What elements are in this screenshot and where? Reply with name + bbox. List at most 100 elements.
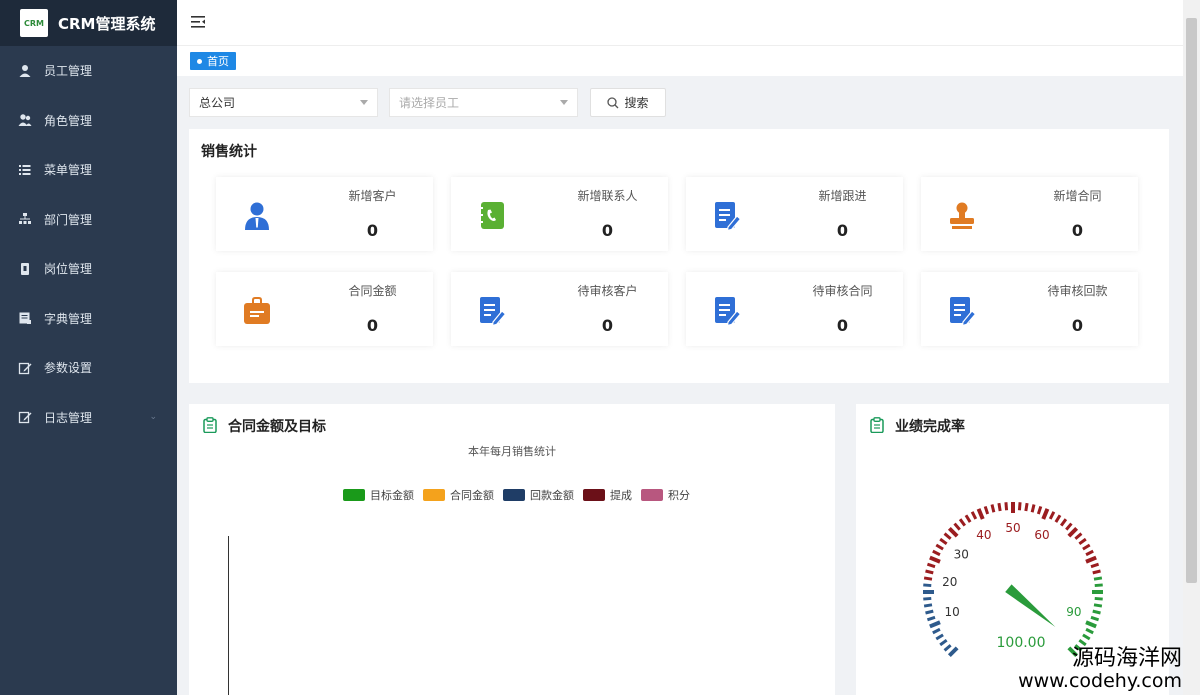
legend-item[interactable]: 提成 (583, 487, 632, 503)
gauge-tick (1078, 537, 1087, 546)
document-edit-icon (950, 297, 977, 326)
legend-label: 合同金额 (450, 489, 494, 502)
menu-toggle-icon[interactable] (191, 16, 205, 28)
search-icon (607, 96, 619, 108)
gauge-tick (923, 596, 932, 601)
stat-card-label: 待审核客户 (577, 284, 638, 298)
legend-swatch (583, 489, 605, 501)
contract-chart-subtitle: 本年每月销售统计 (468, 445, 556, 458)
stat-card-value: 0 (836, 221, 849, 240)
gauge-tick (932, 627, 941, 635)
stat-card-value: 0 (601, 221, 614, 240)
chevron-down-icon (560, 100, 568, 105)
sidebar-item-0[interactable]: 员工管理 (0, 46, 177, 96)
chart-legend: 目标金额 合同金额 回款金额 提成 积分 (343, 487, 699, 503)
company-select[interactable]: 总公司 (189, 88, 378, 117)
customer-icon (245, 202, 269, 230)
sidebar-item-label: 参数设置 (44, 361, 93, 376)
gauge-tick (990, 504, 996, 513)
gauge-tick (1094, 583, 1103, 588)
top-bar (177, 0, 1183, 46)
tab-dot-icon (197, 58, 202, 64)
sidebar-item-label: 角色管理 (44, 113, 93, 128)
id-card-icon (18, 262, 32, 276)
sidebar-item-3[interactable]: 部门管理 (0, 195, 177, 245)
gauge-tick (929, 555, 941, 564)
gauge-pointer (1005, 584, 1056, 628)
sidebar-item-label: 部门管理 (44, 212, 93, 227)
sitemap-icon (18, 212, 32, 226)
legend-label: 回款金额 (530, 489, 574, 502)
legend-item[interactable]: 合同金额 (423, 487, 494, 503)
gauge-tick (964, 514, 972, 523)
sidebar-item-6[interactable]: 参数设置 (0, 343, 177, 393)
app-logo-bar[interactable]: CRM CRM管理系统 (0, 0, 177, 46)
gauge-tick (947, 646, 959, 658)
employee-select-placeholder: 请选择员工 (399, 96, 460, 110)
chevron-down-icon: ⌄ (149, 412, 157, 423)
sidebar-item-7[interactable]: 日志管理 ⌄ (0, 393, 177, 443)
stat-card-value: 0 (1071, 316, 1084, 335)
stat-card[interactable]: 合同金额 0 (216, 272, 433, 346)
stamp-icon (950, 202, 974, 229)
gauge-tick (1082, 543, 1091, 551)
sidebar-item-4[interactable]: 岗位管理 (0, 244, 177, 294)
edit-icon (18, 361, 32, 375)
clipboard-icon (203, 417, 217, 433)
legend-item[interactable]: 回款金额 (503, 487, 574, 503)
gauge-tick (1090, 562, 1100, 569)
gauge-tick (935, 543, 944, 551)
sales-stats-title: 销售统计 (201, 144, 257, 160)
legend-item[interactable]: 目标金额 (343, 487, 414, 503)
gauge-tick (1065, 522, 1073, 531)
legend-label: 提成 (610, 489, 632, 502)
stat-card[interactable]: 新增客户 0 (216, 177, 433, 251)
gauge-tick (925, 569, 934, 575)
sidebar-item-2[interactable]: 菜单管理 (0, 145, 177, 195)
stat-card[interactable]: 待审核客户 0 (451, 272, 668, 346)
stat-card-value: 0 (366, 221, 379, 240)
search-button[interactable]: 搜索 (590, 88, 666, 117)
gauge-tick (1017, 502, 1022, 511)
stat-card[interactable]: 待审核回款 0 (921, 272, 1138, 346)
gauge-tick-label: 10 (944, 605, 959, 619)
tab-home[interactable]: 首页 (190, 52, 236, 70)
gauge-tick (923, 576, 933, 581)
scrollbar-thumb[interactable] (1186, 18, 1197, 583)
stat-card-label: 待审核回款 (1047, 284, 1108, 298)
document-edit-icon (715, 202, 742, 231)
legend-item[interactable]: 积分 (641, 487, 690, 503)
gauge-tick (1085, 627, 1094, 635)
page-scrollbar[interactable] (1183, 0, 1200, 695)
sidebar-menu: 员工管理角色管理菜单管理部门管理岗位管理 字典管理参数设置日志管理 ⌄ (0, 46, 177, 442)
sidebar-item-5[interactable]: 字典管理 (0, 294, 177, 344)
legend-swatch (641, 489, 663, 501)
gauge-tick-label: 50 (1005, 521, 1020, 535)
gauge-tick (1024, 502, 1029, 512)
watermark-line1: 源码海洋网 (1071, 645, 1182, 671)
gauge-tick (1074, 532, 1083, 540)
gauge-tick (1092, 569, 1101, 575)
user-icon (18, 64, 32, 78)
gauge-tick (1085, 620, 1097, 629)
stat-card[interactable]: 待审核合同 0 (686, 272, 903, 346)
stat-card[interactable]: 新增跟进 0 (686, 177, 903, 251)
gauge-tick-label: 60 (1034, 528, 1049, 542)
stat-card-value: 0 (601, 316, 614, 335)
gauge-tick (947, 526, 959, 538)
stat-card-value: 0 (366, 316, 379, 335)
gauge-tick (943, 532, 952, 540)
sidebar-item-1[interactable]: 角色管理 (0, 96, 177, 146)
employee-select[interactable]: 请选择员工 (389, 88, 578, 117)
tab-bar: 首页 (177, 46, 1183, 76)
chevron-down-icon (360, 100, 368, 105)
gauge-tick (1082, 633, 1091, 641)
stat-card-label: 新增客户 (348, 189, 397, 203)
stat-card[interactable]: 新增联系人 0 (451, 177, 668, 251)
gauge-tick-label: 40 (976, 528, 991, 542)
gauge-tick (1059, 518, 1068, 527)
gauge-tick (1041, 508, 1050, 520)
briefcase-icon (244, 297, 270, 324)
stat-card[interactable]: 新增合同 0 (921, 177, 1138, 251)
clipboard-icon (870, 417, 884, 433)
